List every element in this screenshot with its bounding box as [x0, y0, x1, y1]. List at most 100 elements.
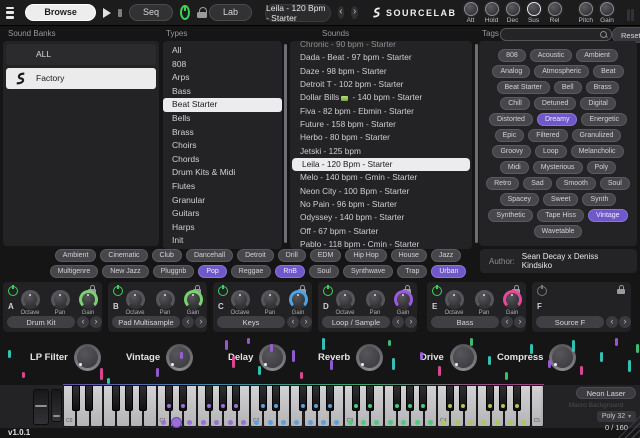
genre-pill[interactable]: Ambient — [55, 249, 97, 262]
tag-pill[interactable]: Digital — [580, 97, 615, 110]
octave-knob[interactable]: Octave — [332, 290, 358, 316]
gain-knob-dial[interactable] — [82, 293, 95, 306]
pan-knob-ring[interactable] — [156, 290, 175, 309]
gain-knob[interactable]: Gain — [499, 290, 525, 316]
octave-knob-dial[interactable] — [129, 293, 142, 306]
black-key[interactable] — [393, 385, 401, 411]
slot-source-dropdown[interactable]: Keys — [217, 316, 285, 328]
octave-knob[interactable]: Octave — [441, 290, 467, 316]
octave-knob-ring[interactable] — [445, 290, 464, 309]
black-key[interactable] — [259, 385, 267, 411]
gain-knob-ring[interactable] — [503, 290, 522, 309]
gain-knob[interactable]: Gain — [75, 290, 101, 316]
genre-pill[interactable]: Urban — [431, 265, 466, 278]
slot-prev-button[interactable]: ‹ — [182, 316, 194, 328]
type-item[interactable]: Bass — [163, 85, 282, 99]
genre-pill[interactable]: Club — [152, 249, 182, 262]
sound-item[interactable]: No Pain - 96 bpm - Starter — [290, 198, 472, 211]
hold-knob-dial[interactable] — [485, 2, 499, 16]
genre-pill[interactable]: RnB — [275, 265, 305, 278]
slot-power-icon[interactable] — [537, 286, 547, 296]
pan-knob-dial[interactable] — [478, 293, 491, 306]
mod-wheel[interactable] — [51, 389, 62, 422]
slot-source-dropdown[interactable]: Bass — [431, 316, 499, 328]
black-key[interactable] — [165, 385, 173, 411]
pan-knob[interactable]: Pan — [47, 290, 73, 316]
types-scrollbar[interactable] — [284, 44, 287, 243]
gain-knob-dial[interactable] — [506, 293, 519, 306]
black-key[interactable] — [419, 385, 427, 411]
sound-item[interactable]: Future - 158 bpm - Starter — [290, 118, 472, 131]
sus-knob-dial[interactable] — [527, 2, 541, 16]
octave-knob-ring[interactable] — [21, 290, 40, 309]
gain-knob[interactable]: Gain — [390, 290, 416, 316]
sound-item[interactable]: Dollar Bills - 140 bpm - Starter — [290, 91, 472, 104]
genre-pill[interactable]: Cinematic — [100, 249, 147, 262]
pan-knob-ring[interactable] — [366, 290, 385, 309]
tag-pill[interactable]: Granulized — [572, 129, 622, 142]
black-key[interactable] — [139, 385, 147, 411]
octave-knob-ring[interactable] — [231, 290, 250, 309]
genre-pill[interactable]: Reggae — [231, 265, 272, 278]
black-key[interactable] — [312, 385, 320, 411]
gain-knob-ring[interactable] — [184, 290, 203, 309]
type-item[interactable]: Harps — [163, 221, 282, 235]
tag-pill[interactable]: Filtered — [528, 129, 567, 142]
poly-dropdown[interactable]: Poly 32 ▾ — [597, 411, 636, 422]
gain-knob-dial[interactable] — [292, 293, 305, 306]
octave-knob-dial[interactable] — [24, 293, 37, 306]
fx-knob[interactable] — [74, 344, 101, 371]
type-item[interactable]: Beat Starter — [163, 98, 282, 112]
octave-knob-dial[interactable] — [339, 293, 352, 306]
tag-pill[interactable]: Midi — [500, 161, 529, 174]
slot-next-button[interactable]: › — [514, 316, 526, 328]
rel-knob[interactable]: Rel — [548, 2, 562, 24]
black-key[interactable] — [205, 385, 213, 411]
slot-prev-button[interactable]: ‹ — [77, 316, 89, 328]
sound-bank-item[interactable]: Factory — [6, 68, 156, 89]
black-key[interactable] — [352, 385, 360, 411]
slot-prev-button[interactable]: ‹ — [501, 316, 513, 328]
octave-knob-dial[interactable] — [448, 293, 461, 306]
stop-icon[interactable] — [118, 9, 122, 17]
pan-knob-dial[interactable] — [159, 293, 172, 306]
prev-preset-button[interactable]: ‹ — [338, 6, 345, 19]
gain-knob-ring[interactable] — [79, 290, 98, 309]
genre-pill[interactable]: Dancehall — [186, 249, 233, 262]
tag-pill[interactable]: Chill — [500, 97, 530, 110]
browse-button[interactable]: Browse — [25, 4, 96, 21]
type-item[interactable]: Chords — [163, 153, 282, 167]
type-item[interactable]: Guitars — [163, 207, 282, 221]
type-item[interactable]: All — [163, 44, 282, 58]
octave-knob[interactable]: Octave — [122, 290, 148, 316]
pan-knob-dial[interactable] — [54, 293, 67, 306]
sound-item[interactable]: Daze - 98 bpm - Starter — [290, 65, 472, 78]
black-key[interactable] — [326, 385, 334, 411]
att-knob-dial[interactable] — [464, 2, 478, 16]
black-key[interactable] — [299, 385, 307, 411]
slot-prev-button[interactable]: ‹ — [606, 316, 618, 328]
octave-knob-dial[interactable] — [234, 293, 247, 306]
gain-knob-dial[interactable] — [187, 293, 200, 306]
slot-next-button[interactable]: › — [405, 316, 417, 328]
sound-item[interactable]: Fiva - 82 bpm - Ebmin - Starter — [290, 105, 472, 118]
type-item[interactable]: Brass — [163, 126, 282, 140]
pitch-wheel[interactable] — [33, 389, 49, 425]
slot-next-button[interactable]: › — [300, 316, 312, 328]
pan-knob[interactable]: Pan — [152, 290, 178, 316]
black-key[interactable] — [232, 385, 240, 411]
black-key[interactable] — [366, 385, 374, 411]
tag-pill[interactable]: Sad — [523, 177, 551, 190]
dec-knob[interactable]: Dec — [506, 2, 520, 24]
play-icon[interactable] — [103, 8, 111, 18]
sound-item[interactable]: Chronic - 90 bpm - Starter — [290, 41, 472, 51]
black-key[interactable] — [499, 385, 507, 411]
gain-knob-dial[interactable] — [600, 2, 614, 16]
genre-pill[interactable]: Multigenre — [50, 265, 99, 278]
slot-lock-icon[interactable] — [617, 285, 625, 294]
black-key[interactable] — [179, 385, 187, 411]
tag-pill[interactable]: Beat — [593, 65, 623, 78]
sounds-scrollbar[interactable] — [475, 44, 478, 243]
sound-item[interactable]: Detroit T - 102 bpm - Starter — [290, 78, 472, 91]
type-item[interactable]: 808 — [163, 58, 282, 72]
